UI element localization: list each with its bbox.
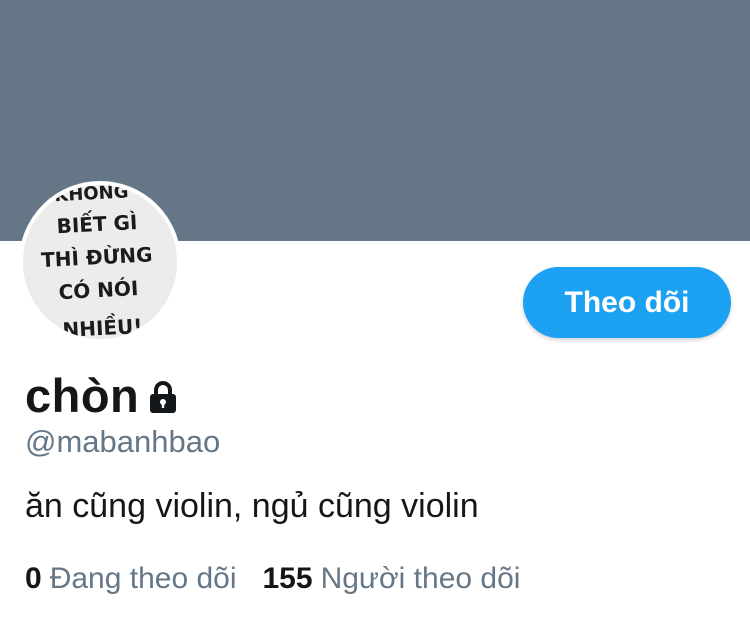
follow-button[interactable]: Theo dõi — [523, 267, 731, 338]
avatar[interactable]: KHÔNG BIẾT GÌ THÌ ĐỪNG CÓ NÓI NHIỀU! — [19, 181, 181, 343]
lock-icon — [147, 380, 179, 414]
profile-page: KHÔNG BIẾT GÌ THÌ ĐỪNG CÓ NÓI NHIỀU! The… — [0, 0, 750, 624]
following-label: Đang theo dõi — [49, 562, 237, 595]
avatar-image: KHÔNG BIẾT GÌ THÌ ĐỪNG CÓ NÓI NHIỀU! — [23, 185, 177, 339]
followers-count: 155 — [262, 562, 313, 595]
avatar-text-line: CÓ NÓI — [58, 276, 139, 304]
followers-stat[interactable]: 155 Người theo dõi — [263, 562, 521, 596]
following-count: 0 — [25, 562, 42, 595]
bio: ăn cũng violin, ngủ cũng violin — [25, 487, 479, 525]
display-name: chòn — [25, 368, 140, 422]
following-stat[interactable]: 0 Đang theo dõi — [25, 562, 237, 596]
profile-stats: 0 Đang theo dõi 155 Người theo dõi — [25, 562, 520, 596]
name-row: chòn — [25, 367, 179, 423]
handle: @mabanhbao — [25, 424, 221, 459]
followers-label: Người theo dõi — [320, 562, 521, 595]
